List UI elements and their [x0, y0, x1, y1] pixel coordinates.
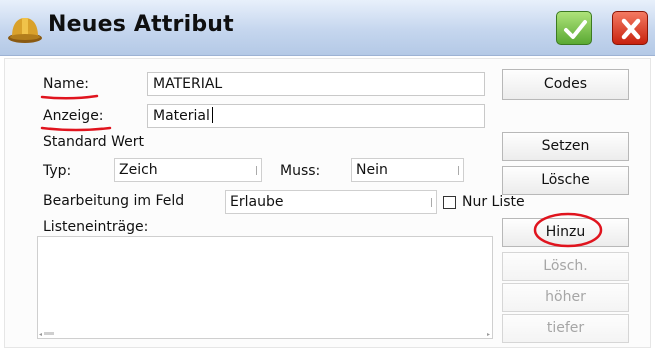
name-input[interactable]: MATERIAL	[147, 72, 485, 96]
name-underline-annotation	[40, 94, 99, 100]
anzeige-label: Anzeige:	[43, 108, 104, 124]
hardhat-icon	[8, 18, 42, 43]
nur-liste-checkbox[interactable]	[443, 196, 456, 209]
text-cursor	[211, 107, 213, 123]
ok-button[interactable]	[556, 11, 592, 45]
standard-wert-label: Standard Wert	[43, 134, 145, 150]
muss-select-value: Nein	[356, 162, 388, 178]
loesche-button[interactable]: Lösche	[502, 166, 629, 195]
typ-select-value: Zeich	[119, 162, 158, 178]
window-title: Neues Attribut	[48, 12, 234, 37]
typ-select[interactable]: Zeich	[114, 158, 262, 182]
listeneintraege-label: Listeneinträge:	[43, 219, 149, 235]
bearbeitung-label: Bearbeitung im Feld	[43, 193, 185, 209]
dropdown-arrow-icon	[256, 166, 260, 175]
typ-label: Typ:	[43, 163, 72, 179]
nur-liste-label[interactable]: Nur Liste	[462, 194, 525, 211]
dropdown-arrow-icon	[458, 166, 462, 175]
bearbeitung-select[interactable]: Erlaube	[225, 190, 437, 214]
scroll-left-arrow-icon[interactable]: ◂	[39, 331, 42, 338]
close-button[interactable]	[612, 11, 648, 45]
horizontal-scrollbar[interactable]: ◂ ▸	[38, 329, 492, 338]
codes-button[interactable]: Codes	[502, 69, 629, 100]
muss-label: Muss:	[280, 163, 321, 179]
hinzu-circle-annotation	[533, 212, 603, 248]
anzeige-underline-annotation	[40, 126, 112, 132]
checkmark-icon	[564, 20, 587, 39]
dropdown-arrow-icon	[431, 198, 435, 207]
bearbeitung-select-value: Erlaube	[230, 194, 284, 210]
list-entries-box[interactable]: ◂ ▸	[37, 236, 493, 339]
anzeige-input[interactable]: Material	[147, 104, 485, 128]
tiefer-button[interactable]: tiefer	[502, 314, 629, 343]
attribute-dialog: Name: MATERIAL Codes Anzeige: Material S…	[4, 58, 651, 348]
title-bar: Neues Attribut	[0, 0, 655, 56]
name-label: Name:	[43, 76, 90, 92]
muss-select[interactable]: Nein	[351, 158, 464, 182]
scroll-right-arrow-icon[interactable]: ▸	[487, 331, 490, 338]
setzen-button[interactable]: Setzen	[502, 132, 629, 161]
loesch-button[interactable]: Lösch.	[502, 252, 629, 281]
hoeher-button[interactable]: höher	[502, 283, 629, 312]
close-x-icon	[621, 18, 641, 40]
anzeige-input-value: Material	[153, 108, 210, 124]
scrollbar-thumb[interactable]	[44, 332, 54, 335]
